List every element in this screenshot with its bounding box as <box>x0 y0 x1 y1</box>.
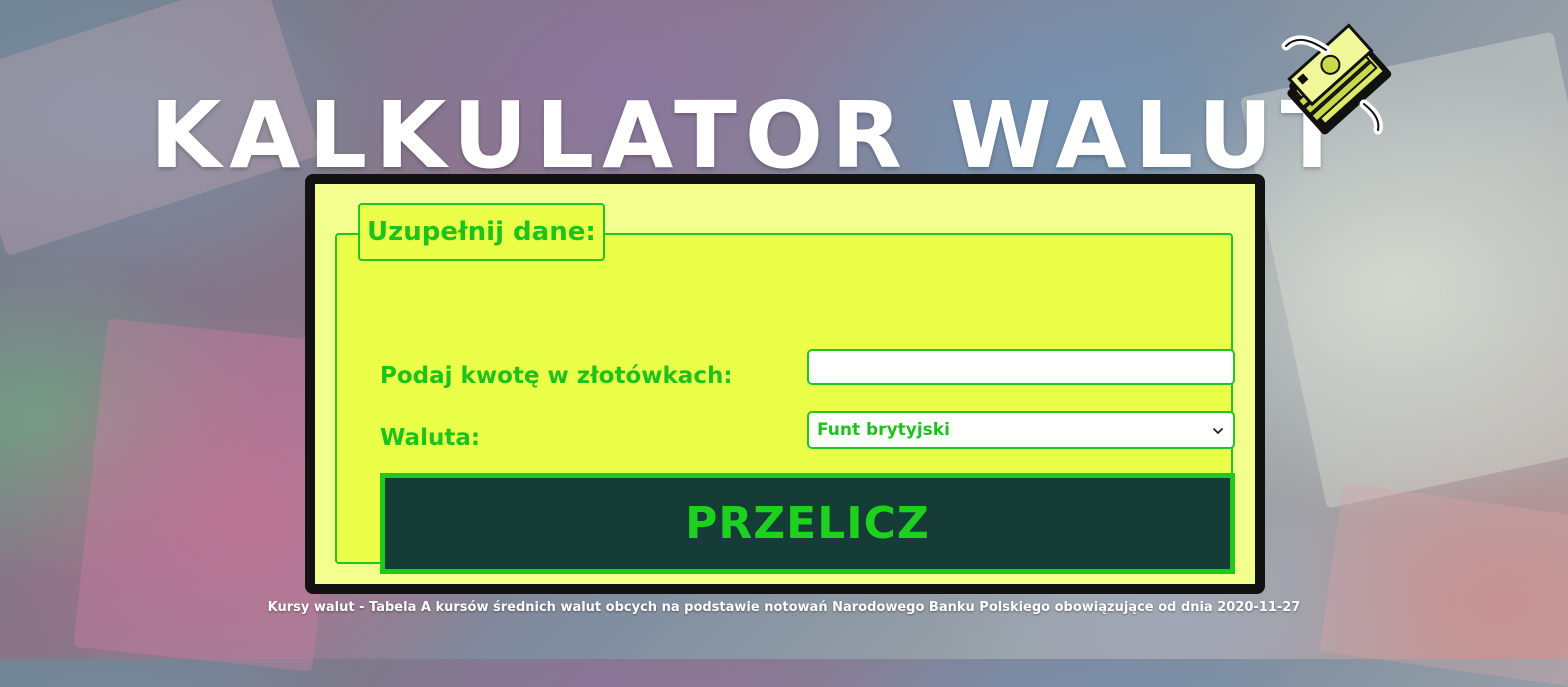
page-title: KALKULATOR WALUT <box>150 81 1352 189</box>
currency-label: Waluta: <box>380 425 481 451</box>
background-banknote-4 <box>1319 482 1568 687</box>
data-fieldset: Podaj kwotę w złotówkach: Waluta: Funt b… <box>335 233 1235 574</box>
calculator-panel: Podaj kwotę w złotówkach: Waluta: Funt b… <box>305 174 1265 594</box>
calculator-panel-inner: Podaj kwotę w złotówkach: Waluta: Funt b… <box>315 184 1255 584</box>
money-stack-icon <box>1268 12 1404 148</box>
exchange-rate-source-note: Kursy walut - Tabela A kursów średnich w… <box>267 600 1301 615</box>
chevron-down-icon <box>1211 423 1225 437</box>
amount-input[interactable] <box>807 349 1235 385</box>
currency-select-value: Funt brytyjski <box>817 420 950 440</box>
amount-label: Podaj kwotę w złotówkach: <box>380 363 733 389</box>
fieldset-legend: Uzupełnij dane: <box>358 203 605 261</box>
calculate-button[interactable]: PRZELICZ <box>380 473 1235 574</box>
currency-select[interactable]: Funt brytyjski <box>807 411 1235 449</box>
